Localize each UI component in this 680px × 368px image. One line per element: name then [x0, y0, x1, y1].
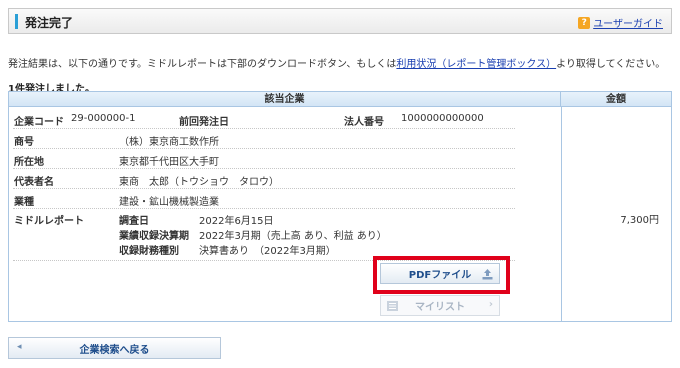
name-value: （株）東京商工数作所 [119, 137, 219, 148]
message-text-before: 発注結果は、以下の通りです。ミドルレポートは下部のダウンロードボタン、もしくは [8, 59, 397, 70]
corp-number-label: 法人番号 [344, 117, 384, 128]
order-result-table: 該当企業 金額 企業コード 29-000000-1 前回発注日 法人番号 100… [8, 91, 672, 322]
address-label: 所在地 [14, 157, 44, 168]
company-code-label: 企業コード [14, 117, 64, 128]
header-company: 該当企業 [9, 92, 561, 107]
amount-value: 7,300円 [620, 215, 659, 226]
company-code-value: 29-000000-1 [71, 113, 136, 124]
result-message: 発注結果は、以下の通りです。ミドルレポートは下部のダウンロードボタン、もしくは利… [8, 55, 665, 70]
page-title: 発注完了 [25, 16, 74, 30]
fiscal-label: 業績収録決算期 [119, 231, 189, 242]
survey-date-label: 調査日 [119, 216, 149, 227]
user-guide-link-text[interactable]: ユーザーガイド [593, 15, 663, 30]
middle-report-row: ミドルレポート 調査日 2022年6月15日 業績収録決算期 2022年3月期（… [9, 212, 561, 260]
prev-order-label: 前回発注日 [179, 117, 229, 128]
name-row: 商号 （株）東京商工数作所 [9, 133, 561, 149]
download-icon [482, 269, 493, 280]
row-divider [13, 148, 515, 149]
fiscal-value: 2022年3月期（売上高 あり、利益 あり） [199, 231, 387, 242]
pdf-button-label: PDFファイル [408, 270, 472, 281]
representative-value: 東商 太郎（トウショウ タロウ） [119, 177, 279, 188]
report-box-link[interactable]: 利用状況（レポート管理ボックス） [396, 59, 556, 70]
address-row: 所在地 東京都千代田区大手町 [9, 153, 561, 169]
header-amount: 金額 [606, 94, 626, 105]
mylist-button[interactable]: マイリスト › [380, 295, 500, 316]
header-accent-bar [15, 14, 18, 29]
address-value: 東京都千代田区大手町 [119, 157, 219, 168]
pdf-download-button[interactable]: PDFファイル [380, 263, 500, 284]
industry-row: 業種 建設・鉱山機械製造業 [9, 193, 561, 209]
back-button-label: 企業検索へ戻る [79, 344, 150, 356]
user-guide-link[interactable]: ? ユーザーガイド [578, 15, 663, 30]
chevron-left-icon: ◂ [17, 342, 22, 352]
company-code-row: 企業コード 29-000000-1 前回発注日 法人番号 10000000000… [9, 113, 561, 129]
row-divider [13, 168, 515, 169]
name-label: 商号 [14, 137, 34, 148]
corp-number-value: 1000000000000 [401, 113, 484, 124]
representative-row: 代表者名 東商 太郎（トウショウ タロウ） [9, 173, 561, 189]
mylist-button-label: マイリスト [415, 302, 465, 313]
help-icon[interactable]: ? [578, 16, 591, 29]
middle-report-label: ミドルレポート [14, 216, 84, 227]
financial-value: 決算書あり （2022年3月期） [199, 246, 336, 257]
representative-label: 代表者名 [14, 177, 54, 188]
industry-label: 業種 [14, 197, 34, 208]
back-to-search-button[interactable]: ◂ 企業検索へ戻る [8, 337, 221, 359]
row-divider [13, 128, 515, 129]
list-icon [387, 301, 398, 311]
row-divider [13, 208, 515, 209]
page-header: 発注完了 ? ユーザーガイド [8, 8, 672, 34]
survey-date-value: 2022年6月15日 [199, 216, 274, 227]
financial-label: 収録財務種別 [119, 246, 179, 257]
table-header-row: 該当企業 金額 [9, 92, 671, 107]
industry-value: 建設・鉱山機械製造業 [119, 197, 219, 208]
column-divider [561, 107, 562, 321]
row-divider [13, 188, 515, 189]
message-text-after: より取得してください。 [556, 59, 666, 70]
chevron-right-icon: › [488, 299, 493, 310]
